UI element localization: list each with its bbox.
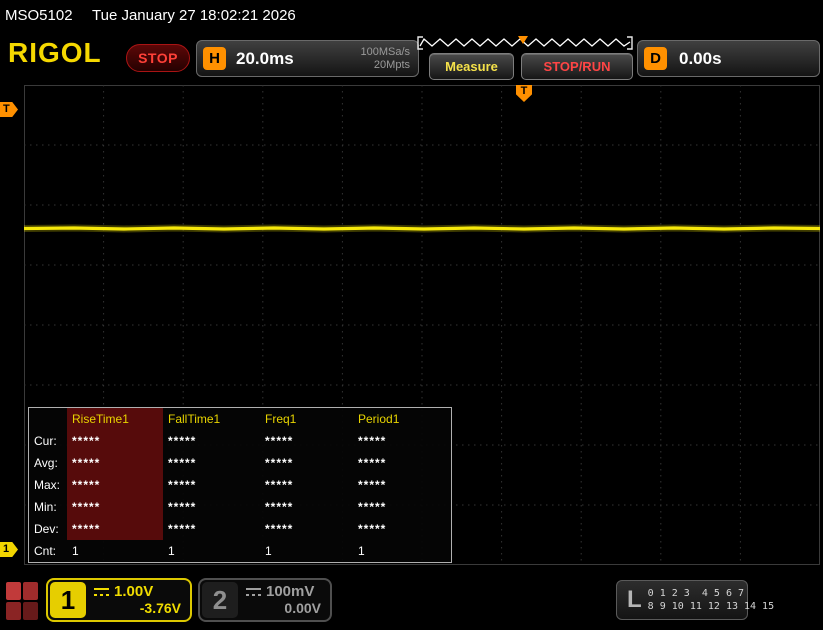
- timebase-value: 20.0ms: [236, 49, 294, 69]
- measure-count: 1: [67, 540, 163, 562]
- oscilloscope-screen: MSO5102 Tue January 27 18:02:21 2026 RIG…: [0, 0, 823, 630]
- measure-value: *****: [67, 430, 163, 452]
- measure-value: *****: [163, 430, 260, 452]
- menu-square: [6, 582, 21, 600]
- row-label: Cnt:: [29, 540, 67, 562]
- measure-count: 1: [260, 540, 353, 562]
- trigger-level-marker[interactable]: T: [0, 102, 18, 117]
- channel1-offset: -3.76V: [94, 600, 181, 616]
- row-label: Max:: [29, 474, 67, 496]
- menu-square: [23, 582, 38, 600]
- acquisition-info: 100MSa/s 20Mpts: [360, 46, 410, 72]
- channel1-panel[interactable]: 1 1.00V -3.76V: [46, 578, 192, 622]
- measure-value: *****: [353, 496, 453, 518]
- measure-value: *****: [67, 496, 163, 518]
- logic-label: L: [627, 586, 642, 614]
- menu-square: [23, 602, 38, 620]
- measure-column-header: FallTime1: [163, 408, 260, 430]
- rigol-logo: RIGOL: [8, 37, 102, 69]
- measure-value: *****: [260, 452, 353, 474]
- measure-value: *****: [260, 474, 353, 496]
- measurement-table[interactable]: RiseTime1 FallTime1 Freq1 Period1 Cur: *…: [28, 407, 452, 563]
- run-state-badge[interactable]: STOP: [126, 44, 190, 72]
- measure-column-header: Period1: [353, 408, 453, 430]
- logic-channels-panel[interactable]: L 0 1 2 3 4 5 6 7 8 9 10 11 12 13 14 15: [616, 580, 748, 620]
- channel1-scale: 1.00V: [114, 583, 153, 600]
- channel2-number: 2: [202, 582, 238, 618]
- measure-value: *****: [353, 474, 453, 496]
- logic-channels-row2: 8 9 10 11 12 13 14 15: [648, 600, 774, 613]
- channel1-position-marker[interactable]: 1: [0, 542, 18, 557]
- delay-label: D: [644, 47, 667, 70]
- measure-value: *****: [260, 496, 353, 518]
- dc-coupling-icon: [94, 587, 109, 597]
- trigger-position-indicator-icon: [518, 36, 528, 44]
- menu-square: [6, 602, 21, 620]
- measure-value: *****: [163, 474, 260, 496]
- measure-column-header: RiseTime1: [67, 408, 163, 430]
- measure-count: 1: [353, 540, 453, 562]
- measure-column-header: Freq1: [260, 408, 353, 430]
- measure-value: *****: [67, 518, 163, 540]
- logic-channels-row1: 0 1 2 3 4 5 6 7: [648, 587, 774, 600]
- measure-value: *****: [163, 496, 260, 518]
- channel1-trace: [24, 228, 820, 229]
- dc-coupling-icon: [246, 587, 261, 597]
- row-label: Cur:: [29, 430, 67, 452]
- channel2-offset: 0.00V: [246, 600, 321, 616]
- horizontal-panel[interactable]: H 20.0ms 100MSa/s 20Mpts: [196, 40, 419, 77]
- measure-value: *****: [353, 452, 453, 474]
- measure-value: *****: [260, 430, 353, 452]
- delay-panel[interactable]: D 0.00s: [637, 40, 820, 77]
- channel2-panel[interactable]: 2 100mV 0.00V: [198, 578, 332, 622]
- memory-depth: 20Mpts: [360, 59, 410, 72]
- menu-grid-icon[interactable]: [6, 582, 38, 620]
- row-label: Avg:: [29, 452, 67, 474]
- row-label: Dev:: [29, 518, 67, 540]
- sample-rate: 100MSa/s: [360, 46, 410, 59]
- measure-value: *****: [67, 452, 163, 474]
- datetime: Tue January 27 18:02:21 2026: [92, 7, 296, 24]
- measure-value: *****: [67, 474, 163, 496]
- row-label: Min:: [29, 496, 67, 518]
- table-corner: [29, 408, 67, 430]
- measure-value: *****: [260, 518, 353, 540]
- channel2-scale: 100mV: [266, 583, 314, 600]
- measure-button[interactable]: Measure: [429, 53, 514, 80]
- measure-value: *****: [163, 518, 260, 540]
- stop-run-button[interactable]: STOP/RUN: [521, 53, 633, 80]
- horizontal-label: H: [203, 47, 226, 70]
- channel1-number: 1: [50, 582, 86, 618]
- bottom-bar: 1 1.00V -3.76V 2 100mV 0.00V L: [0, 570, 823, 630]
- top-bar: MSO5102 Tue January 27 18:02:21 2026: [0, 0, 823, 33]
- delay-value: 0.00s: [679, 49, 722, 69]
- measure-value: *****: [353, 430, 453, 452]
- measure-count: 1: [163, 540, 260, 562]
- measure-value: *****: [353, 518, 453, 540]
- measure-value: *****: [163, 452, 260, 474]
- model-name: MSO5102: [5, 7, 73, 24]
